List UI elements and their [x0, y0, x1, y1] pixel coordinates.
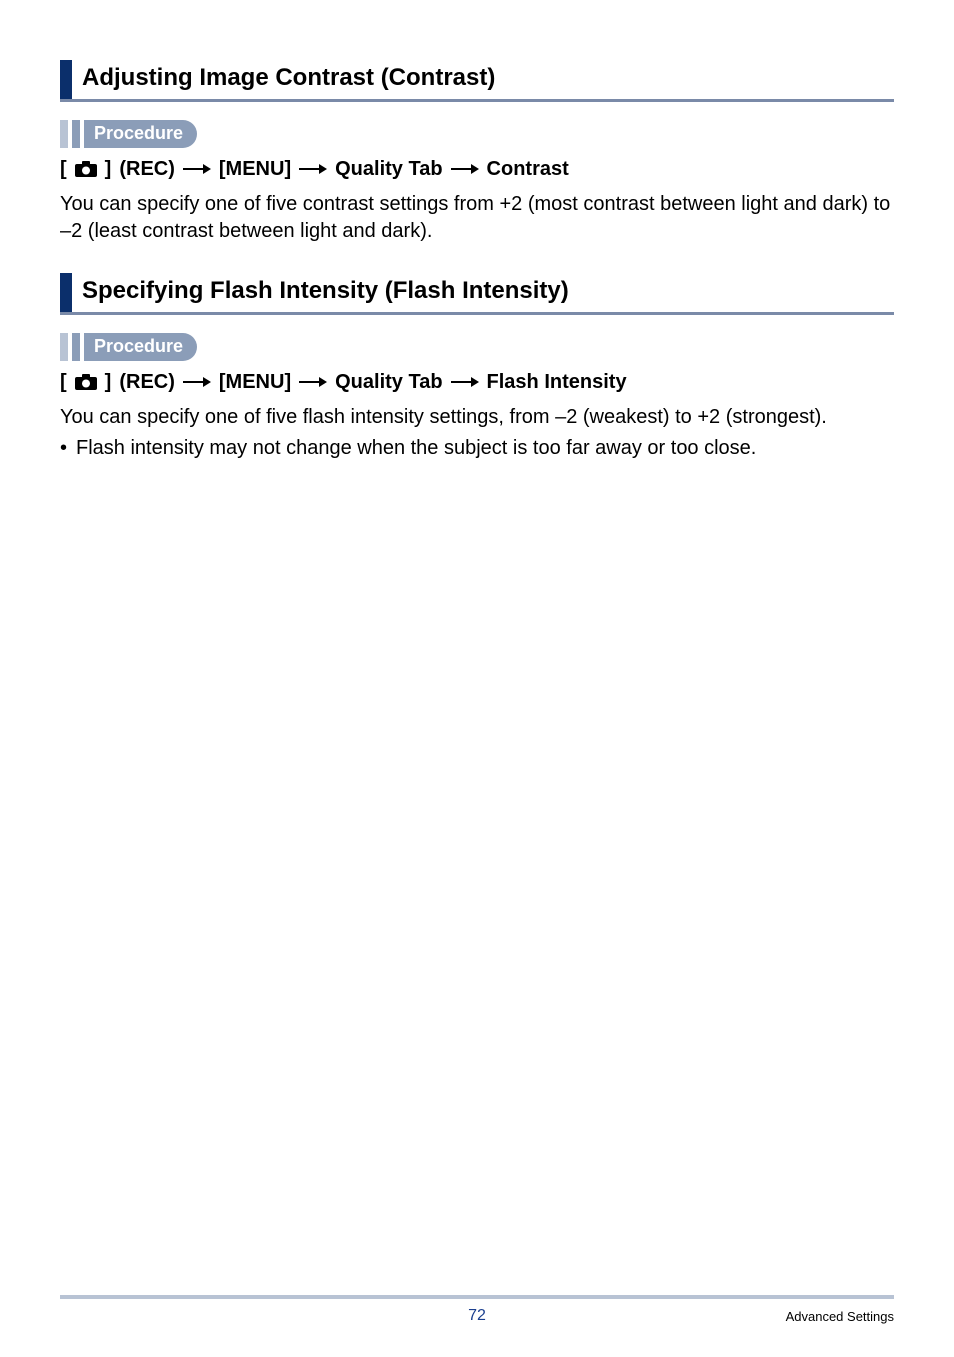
- body-text-flash: You can specify one of five flash intens…: [60, 404, 894, 431]
- bracket-open: [: [60, 158, 67, 181]
- procedure-label-wrap: Procedure: [84, 120, 197, 148]
- arrow-icon: [183, 163, 211, 175]
- rec-label: (REC): [119, 158, 175, 181]
- tab-label: Quality Tab: [335, 371, 442, 394]
- footer-row: 72 Advanced Settings: [60, 1307, 894, 1325]
- procedure-pill: Procedure: [60, 120, 894, 148]
- pill-tick-dark: [72, 333, 80, 361]
- heading-title: Specifying Flash Intensity (Flash Intens…: [82, 273, 569, 312]
- arrow-icon: [451, 376, 479, 388]
- bullet-text: Flash intensity may not change when the …: [76, 435, 756, 462]
- item-label: Contrast: [487, 158, 569, 181]
- heading-color-bar: [60, 60, 72, 99]
- arrow-icon: [451, 163, 479, 175]
- procedure-pill: Procedure: [60, 333, 894, 361]
- camera-icon: [75, 374, 97, 390]
- pill-tick-light: [60, 333, 68, 361]
- tab-label: Quality Tab: [335, 158, 442, 181]
- procedure-label: Procedure: [94, 336, 183, 357]
- procedure-label-wrap: Procedure: [84, 333, 197, 361]
- bracket-close: ]: [105, 158, 112, 181]
- bracket-open: [: [60, 371, 67, 394]
- breadcrumb-flash: [ ] (REC) [MENU] Quality Tab Flash Inten…: [60, 371, 894, 394]
- section-heading-flash: Specifying Flash Intensity (Flash Intens…: [60, 273, 894, 315]
- arrow-icon: [299, 376, 327, 388]
- footer-rule: [60, 1295, 894, 1299]
- camera-icon: [75, 161, 97, 177]
- footer-section-name: Advanced Settings: [616, 1309, 894, 1324]
- page-footer: 72 Advanced Settings: [60, 1295, 894, 1325]
- menu-label: [MENU]: [219, 158, 291, 181]
- breadcrumb-contrast: [ ] (REC) [MENU] Quality Tab Contrast: [60, 158, 894, 181]
- bullet-flash-note: • Flash intensity may not change when th…: [60, 435, 894, 462]
- heading-color-bar: [60, 273, 72, 312]
- section-heading-contrast: Adjusting Image Contrast (Contrast): [60, 60, 894, 102]
- pill-tick-light: [60, 120, 68, 148]
- procedure-label: Procedure: [94, 123, 183, 144]
- arrow-icon: [299, 163, 327, 175]
- body-text-contrast: You can specify one of five contrast set…: [60, 191, 894, 245]
- page-number: 72: [338, 1307, 616, 1325]
- item-label: Flash Intensity: [487, 371, 627, 394]
- bullet-dot: •: [60, 435, 76, 462]
- bracket-close: ]: [105, 371, 112, 394]
- heading-title: Adjusting Image Contrast (Contrast): [82, 60, 495, 99]
- menu-label: [MENU]: [219, 371, 291, 394]
- pill-tick-dark: [72, 120, 80, 148]
- arrow-icon: [183, 376, 211, 388]
- rec-label: (REC): [119, 371, 175, 394]
